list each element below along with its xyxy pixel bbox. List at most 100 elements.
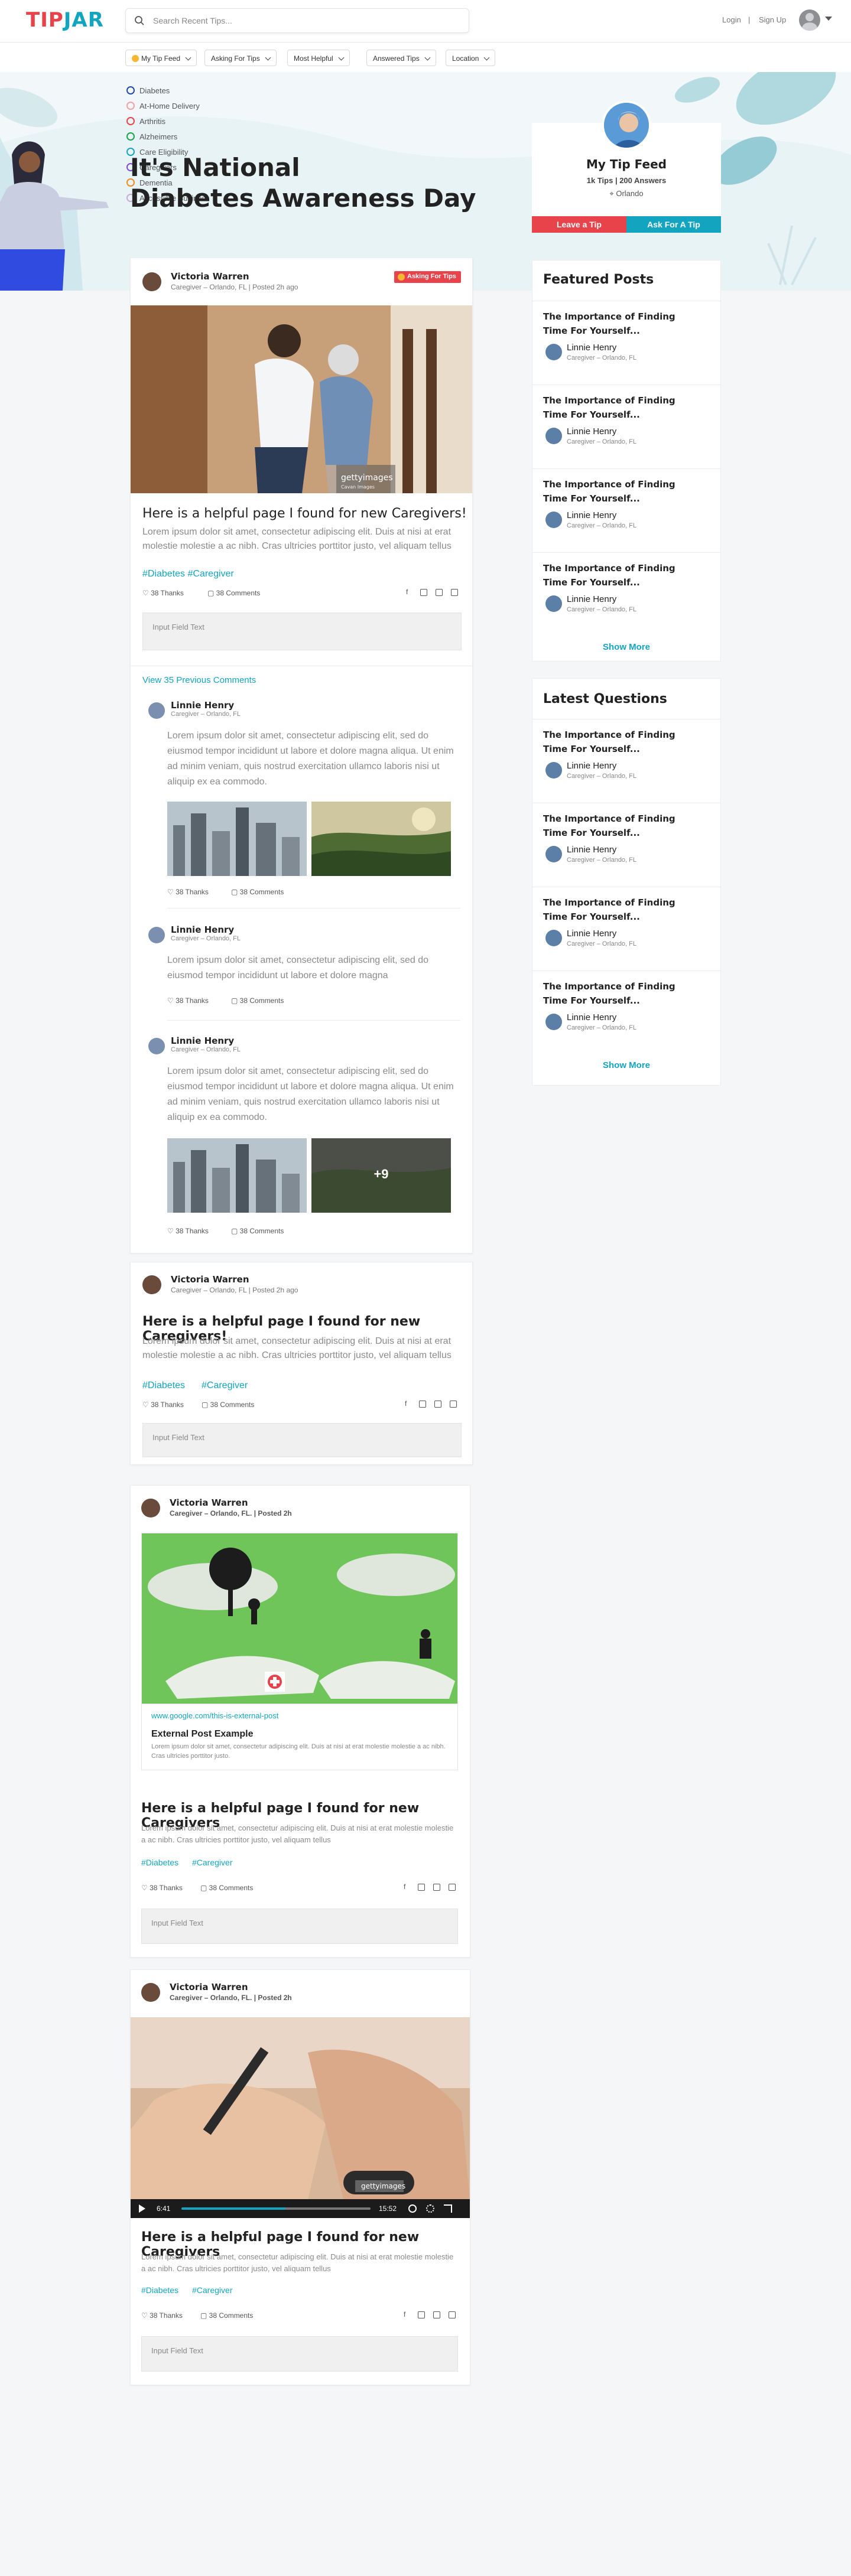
commenter-avatar[interactable] [148,927,165,943]
sidebar-post-item[interactable]: The Importance of Finding Time For Yours… [532,385,720,468]
thanks-count[interactable]: ♡ 38 Thanks [141,1884,183,1892]
external-url[interactable]: www.google.com/this-is-external-post [151,1711,278,1720]
comment-image-city[interactable] [167,802,307,876]
commenter-avatar[interactable] [148,1038,165,1054]
post-title[interactable]: Here is a helpful page I found for new C… [142,506,467,521]
ask-tip-button[interactable]: Ask For A Tip [626,216,721,233]
user-avatar[interactable] [799,9,820,31]
sidebar-post-item[interactable]: The Importance of Finding Time For Yours… [532,301,720,385]
video-progress[interactable] [181,2207,371,2210]
share-facebook-icon[interactable]: f [404,2310,405,2318]
sidebar-post-item[interactable]: The Importance of Finding Time For Yours… [532,971,720,1054]
author-name[interactable]: Linnie Henry [567,343,616,353]
sidebar-post-title[interactable]: The Importance of Finding Time For Yours… [543,561,703,590]
bookmark-icon[interactable] [436,589,443,596]
thanks-count[interactable]: ♡ 38 Thanks [142,1401,184,1409]
video-player[interactable]: gettyimages 6:41 15:52 [131,2017,470,2218]
folder-icon[interactable] [451,589,458,596]
author-name[interactable]: Linnie Henry [567,510,616,520]
sidebar-post-item[interactable]: The Importance of Finding Time For Yours… [532,552,720,636]
folder-icon[interactable] [450,1401,457,1408]
filter-location[interactable]: Location [446,50,496,66]
author-name[interactable]: Linnie Henry [567,594,616,604]
sidebar-post-title[interactable]: The Importance of Finding Time For Yours… [543,812,703,840]
comments-count[interactable]: ▢ 38 Comments [231,996,284,1005]
sidebar-post-title[interactable]: The Importance of Finding Time For Yours… [543,477,703,506]
share-facebook-icon[interactable]: f [405,1399,407,1408]
share-facebook-icon[interactable]: f [404,1883,405,1891]
fullscreen-icon[interactable] [444,2204,452,2213]
dropdown-item[interactable]: Alzheimers [126,129,239,144]
comment-image-city[interactable] [167,1138,307,1213]
author-avatar[interactable] [142,1275,161,1294]
share-facebook-icon[interactable]: f [406,588,408,596]
author-name[interactable]: Linnie Henry [567,845,616,855]
sidebar-post-title[interactable]: The Importance of Finding Time For Yours… [543,393,703,422]
signup-link[interactable]: Sign Up [759,15,786,24]
view-previous-comments[interactable]: View 35 Previous Comments [142,675,256,685]
show-more-link[interactable]: Show More [532,1060,720,1070]
author-name[interactable]: Victoria Warren [171,1274,249,1285]
comment-input[interactable]: Input Field Text [142,613,462,650]
external-post-image[interactable] [141,1533,458,1704]
sidebar-post-item[interactable]: The Importance of Finding Time For Yours… [532,887,720,971]
volume-icon[interactable] [408,2204,417,2213]
sidebar-post-title[interactable]: The Importance of Finding Time For Yours… [543,310,703,338]
share-twitter-icon[interactable] [418,2311,425,2318]
comments-count[interactable]: ▢ 38 Comments [200,1884,253,1892]
share-twitter-icon[interactable] [418,1884,425,1891]
filter-answered-tips[interactable]: Answered Tips [366,50,436,66]
leave-tip-button[interactable]: Leave a Tip [532,216,626,233]
author-name[interactable]: Linnie Henry [567,1012,616,1022]
dropdown-item[interactable]: At-Home Delivery [126,98,239,113]
comments-count[interactable]: ▢ 38 Comments [231,888,284,896]
comments-count[interactable]: ▢ 38 Comments [200,2311,253,2320]
share-twitter-icon[interactable] [420,589,427,596]
dropdown-item[interactable]: Arthritis [126,113,239,129]
tag-caregiver[interactable]: #Caregiver [192,2285,232,2295]
folder-icon[interactable] [449,1884,456,1891]
bookmark-icon[interactable] [433,2311,440,2318]
comment-input[interactable]: Input Field Text [141,1909,458,1944]
tag-diabetes[interactable]: #Diabetes [142,1380,185,1391]
share-twitter-icon[interactable] [419,1401,426,1408]
author-name[interactable]: Victoria Warren [171,271,249,282]
post-tags[interactable]: #Diabetes #Caregiver [142,569,234,579]
commenter-name[interactable]: Linnie Henry [171,924,234,935]
search-input[interactable]: Search Recent Tips... [125,8,469,33]
sidebar-post-item[interactable]: The Importance of Finding Time For Yours… [532,803,720,887]
logo[interactable]: TIPJAR [26,8,104,32]
external-post-preview[interactable]: www.google.com/this-is-external-post Ext… [141,1704,458,1770]
login-link[interactable]: Login [722,15,741,24]
sidebar-post-item[interactable]: The Importance of Finding Time For Yours… [532,468,720,552]
sidebar-post-title[interactable]: The Importance of Finding Time For Yours… [543,728,703,756]
chevron-down-icon[interactable] [825,17,832,21]
comments-count[interactable]: ▢ 38 Comments [231,1227,284,1235]
play-icon[interactable] [139,2204,145,2213]
comment-input[interactable]: Input Field Text [141,2336,458,2372]
author-avatar[interactable] [141,1499,160,1517]
tag-caregiver[interactable]: #Caregiver [192,1858,232,1867]
thanks-count[interactable]: ♡ 38 Thanks [142,589,184,597]
commenter-name[interactable]: Linnie Henry [171,700,234,711]
post-image[interactable]: gettyimages Cavan Images [131,305,472,493]
author-name[interactable]: Linnie Henry [567,929,616,939]
bookmark-icon[interactable] [433,1884,440,1891]
sidebar-post-title[interactable]: The Importance of Finding Time For Yours… [543,895,703,924]
bookmark-icon[interactable] [434,1401,441,1408]
tag-diabetes[interactable]: #Diabetes [141,1858,178,1867]
author-name[interactable]: Victoria Warren [170,1982,248,1992]
thanks-count[interactable]: ♡ 38 Thanks [167,996,209,1005]
sidebar-post-item[interactable]: The Importance of Finding Time For Yours… [532,719,720,803]
show-more-link[interactable]: Show More [532,642,720,652]
author-name[interactable]: Victoria Warren [170,1497,248,1508]
folder-icon[interactable] [449,2311,456,2318]
comment-image-more[interactable]: +9 [311,1138,451,1213]
author-name[interactable]: Linnie Henry [567,426,616,437]
commenter-avatar[interactable] [148,702,165,719]
filter-asking-for-tips[interactable]: Asking For Tips [204,50,277,66]
thanks-count[interactable]: ♡ 38 Thanks [167,888,209,896]
sidebar-post-title[interactable]: The Importance of Finding Time For Yours… [543,979,703,1008]
comments-count[interactable]: ▢ 38 Comments [207,589,260,597]
tag-caregiver[interactable]: #Caregiver [202,1380,248,1391]
